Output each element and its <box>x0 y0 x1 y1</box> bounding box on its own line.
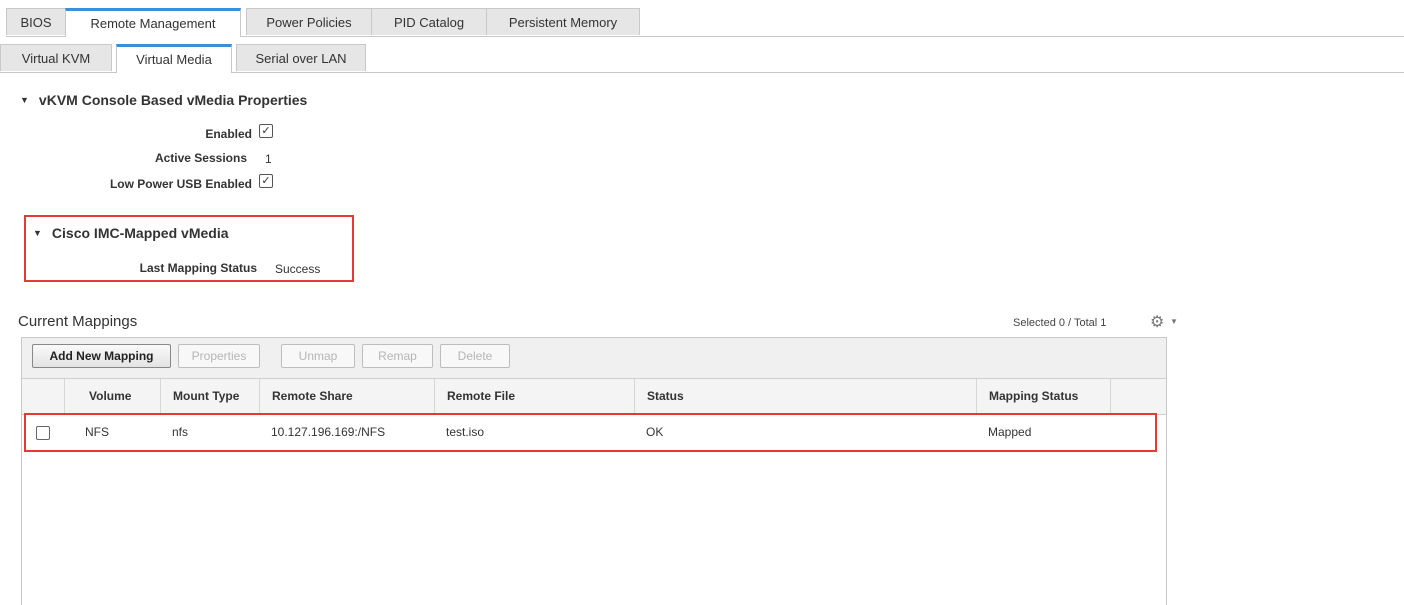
last-mapping-status-label: Last Mapping Status <box>139 261 257 275</box>
current-mappings-title: Current Mappings <box>18 313 138 330</box>
low-power-usb-checkbox[interactable]: ✓ <box>259 174 273 188</box>
imc-section-header[interactable]: ▼ Cisco IMC-Mapped vMedia <box>33 225 229 241</box>
select-column-header <box>22 379 64 414</box>
active-sessions-label: Active Sessions <box>154 151 247 165</box>
checkmark-icon: ✓ <box>261 175 271 187</box>
top-tab-bar: BIOS Remote Management Power Policies PI… <box>6 8 1404 37</box>
enabled-label: Enabled <box>205 127 252 141</box>
triangle-down-icon: ▼ <box>33 228 42 238</box>
remap-button[interactable]: Remap <box>362 344 433 368</box>
column-header-remote-share[interactable]: Remote Share <box>259 379 434 414</box>
vkvm-section-header[interactable]: ▼ vKVM Console Based vMedia Properties <box>20 92 307 108</box>
tab-virtual-media[interactable]: Virtual Media <box>116 44 232 73</box>
sub-tab-bar: Virtual KVM Virtual Media Serial over LA… <box>0 44 1404 73</box>
properties-button[interactable]: Properties <box>178 344 260 368</box>
last-mapping-status-value: Success <box>275 262 321 276</box>
gear-icon[interactable]: ⚙ <box>1150 312 1164 332</box>
column-header-remote-file[interactable]: Remote File <box>434 379 634 414</box>
imc-section-title: Cisco IMC-Mapped vMedia <box>51 225 229 241</box>
selection-count: Selected 0 / Total 1 <box>1013 317 1107 329</box>
enabled-checkbox[interactable]: ✓ <box>259 124 273 138</box>
active-sessions-value: 1 <box>265 152 272 166</box>
triangle-down-icon: ▼ <box>20 95 29 105</box>
column-header-status[interactable]: Status <box>634 379 976 414</box>
chevron-down-icon[interactable]: ▼ <box>1170 317 1178 326</box>
tab-persistent-memory[interactable]: Persistent Memory <box>486 8 640 35</box>
tab-power-policies[interactable]: Power Policies <box>246 8 372 35</box>
column-header-spacer <box>1110 379 1168 414</box>
add-new-mapping-button[interactable]: Add New Mapping <box>32 344 171 368</box>
column-header-mount-type[interactable]: Mount Type <box>160 379 259 414</box>
tab-serial-over-lan[interactable]: Serial over LAN <box>236 44 366 71</box>
table-header: Volume Mount Type Remote Share Remote Fi… <box>22 379 1166 415</box>
low-power-usb-label: Low Power USB Enabled <box>109 177 252 191</box>
tab-virtual-kvm[interactable]: Virtual KVM <box>0 44 112 71</box>
checkmark-icon: ✓ <box>261 125 271 137</box>
column-header-volume[interactable]: Volume <box>64 379 160 414</box>
unmap-button[interactable]: Unmap <box>281 344 355 368</box>
tab-pid-catalog[interactable]: PID Catalog <box>371 8 487 35</box>
column-header-mapping-status[interactable]: Mapping Status <box>976 379 1110 414</box>
mappings-grid: Add New Mapping Properties Unmap Remap D… <box>21 337 1167 605</box>
delete-button[interactable]: Delete <box>440 344 510 368</box>
vkvm-section-title: vKVM Console Based vMedia Properties <box>38 92 308 108</box>
row-highlight-box <box>24 413 1157 452</box>
tab-remote-management[interactable]: Remote Management <box>65 8 241 37</box>
mappings-toolbar: Add New Mapping Properties Unmap Remap D… <box>22 338 1166 379</box>
tab-bios[interactable]: BIOS <box>6 8 66 35</box>
